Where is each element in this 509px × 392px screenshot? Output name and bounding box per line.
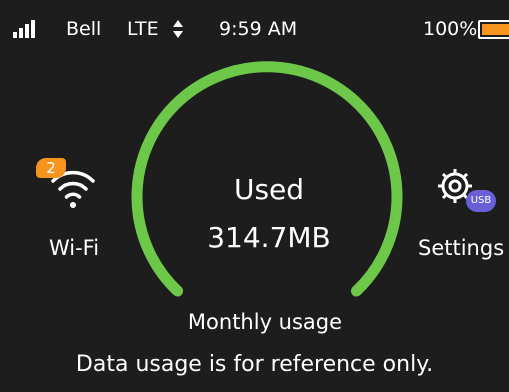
settings-button[interactable]: USB Settings bbox=[410, 160, 509, 266]
monthly-usage-label: Monthly usage bbox=[187, 310, 343, 334]
used-label: Used bbox=[233, 173, 305, 206]
used-value: 314.7MB bbox=[207, 221, 331, 254]
wifi-button[interactable]: 2 Wi-Fi bbox=[28, 156, 120, 266]
settings-label: Settings bbox=[418, 236, 505, 260]
wifi-connected-count-badge: 2 bbox=[36, 158, 66, 178]
wifi-label: Wi-Fi bbox=[48, 236, 100, 260]
usage-disclaimer: Data usage is for reference only. bbox=[75, 352, 434, 377]
usb-badge: USB bbox=[466, 190, 496, 212]
